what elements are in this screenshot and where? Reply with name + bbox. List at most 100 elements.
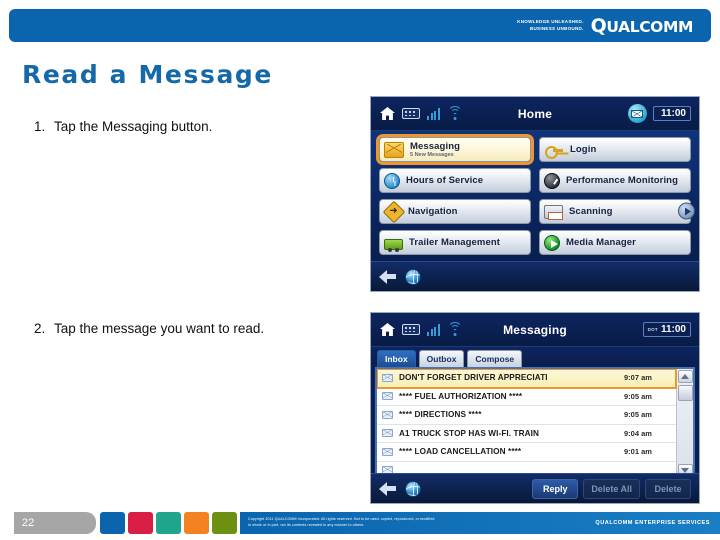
- table-row[interactable]: A1 TRUCK STOP HAS WI-FI. TRAIN 9:04 am: [377, 424, 676, 443]
- tab-outbox[interactable]: Outbox: [418, 350, 465, 367]
- home-status-right: 11:00: [627, 104, 699, 123]
- gauge-icon: [544, 172, 560, 189]
- message-subject: **** LOAD CANCELLATION ****: [399, 447, 522, 457]
- message-time: 9:05 am: [624, 391, 652, 401]
- tile-scanning[interactable]: Scanning: [539, 199, 691, 224]
- message-subject: **** FUEL AUTHORIZATION ****: [399, 391, 523, 401]
- copyright-line-2: in whole or in part, nor its contents re…: [248, 523, 365, 527]
- messaging-status-right: DOT 11:00: [642, 322, 699, 337]
- step-2-text: Tap the message you want to read.: [54, 321, 265, 336]
- footer-bar: Copyright 2011 QUALCOMM Incorporated. Al…: [240, 512, 720, 534]
- next-page-button[interactable]: [678, 202, 695, 220]
- navigation-icon: [382, 200, 406, 223]
- wifi-icon: [448, 321, 462, 336]
- messaging-bottom-bar: Reply Delete All Delete: [371, 473, 699, 503]
- tagline-line-1: KNOWLEDGE UNLEASHED.: [517, 18, 584, 24]
- tile-trailer-management[interactable]: Trailer Management: [379, 230, 531, 255]
- logo-q-letter: Q: [590, 14, 607, 37]
- message-time: 9:01 am: [624, 447, 652, 457]
- key-icon: [544, 142, 564, 159]
- globe-icon[interactable]: [405, 480, 421, 497]
- instruction-step-1: 1. Tap the Messaging button.: [34, 118, 334, 136]
- mail-icon: [384, 141, 404, 158]
- scrollbar-thumb[interactable]: [677, 385, 693, 401]
- enterprise-services-brand: QUALCOMM ENTERPRISE SERVICES: [595, 520, 710, 526]
- color-square-2: [128, 512, 153, 534]
- tile-navigation[interactable]: Navigation: [379, 199, 531, 224]
- home-tile-grid: Messaging 5 New Messages Login Hours of …: [376, 134, 691, 255]
- tile-trailer-management-label: Trailer Management: [409, 237, 501, 248]
- step-2-number: 2.: [34, 321, 46, 336]
- home-status-bar: Home 11:00: [371, 97, 699, 131]
- message-envelope-icon: [382, 410, 393, 419]
- reply-button[interactable]: Reply: [532, 478, 579, 499]
- color-square-1: [100, 512, 125, 534]
- home-icon[interactable]: [380, 323, 395, 336]
- message-envelope-icon: [382, 447, 393, 456]
- home-time: 11:00: [660, 108, 686, 119]
- printer-icon: [544, 205, 563, 220]
- table-row[interactable]: **** LOAD CANCELLATION **** 9:01 am: [377, 443, 676, 462]
- globe-icon[interactable]: [405, 268, 421, 285]
- home-status-icons: [371, 105, 462, 120]
- envelope-icon[interactable]: [627, 104, 647, 123]
- trailer-icon: [384, 238, 403, 252]
- tile-hours-of-service-label: Hours of Service: [406, 175, 484, 186]
- tagline-line-2: BUSINESS UNBOUND.: [529, 25, 584, 31]
- tile-hours-of-service[interactable]: Hours of Service: [379, 168, 531, 193]
- color-square-3: [156, 512, 181, 534]
- messaging-status-icons: [371, 321, 462, 336]
- home-screen-screenshot: Home 11:00 Messaging 5 New Messages Logi…: [370, 96, 700, 292]
- tile-messaging-label: Messaging 5 New Messages: [410, 141, 460, 158]
- messaging-tabs: Inbox Outbox Compose: [371, 347, 699, 367]
- step-1-number: 1.: [34, 119, 46, 134]
- wifi-icon: [448, 105, 462, 120]
- tile-media-manager[interactable]: Media Manager: [539, 230, 691, 255]
- home-clock: 11:00: [652, 106, 691, 121]
- message-list-container: DON'T FORGET DRIVER APPRECIATI 9:07 am *…: [375, 367, 695, 480]
- play-icon: [544, 234, 560, 251]
- clock-icon: [384, 172, 400, 189]
- messaging-clock: DOT 11:00: [642, 322, 691, 337]
- table-row[interactable]: **** FUEL AUTHORIZATION **** 9:05 am: [377, 387, 676, 406]
- scroll-up-icon[interactable]: [677, 370, 693, 383]
- page-number: 22: [14, 512, 96, 534]
- page-title: Read a Message: [22, 60, 273, 89]
- home-icon[interactable]: [380, 107, 395, 120]
- delete-button[interactable]: Delete: [645, 478, 691, 499]
- tile-scanning-label: Scanning: [569, 206, 613, 217]
- tile-performance-monitoring-label: Performance Monitoring: [566, 175, 678, 186]
- table-row[interactable]: **** DIRECTIONS **** 9:05 am: [377, 406, 676, 425]
- back-icon[interactable]: [379, 269, 397, 284]
- keyboard-icon[interactable]: [402, 324, 420, 335]
- tile-navigation-label: Navigation: [408, 206, 458, 217]
- logo-wordmark: UALCOMM: [606, 17, 693, 36]
- signal-icon: [427, 323, 441, 336]
- slide-footer: 22 Copyright 2011 QUALCOMM Incorporated.…: [0, 508, 720, 540]
- message-time: 9:07 am: [624, 373, 652, 383]
- message-envelope-icon: [382, 373, 393, 382]
- back-icon[interactable]: [379, 481, 397, 496]
- messaging-time: 11:00: [660, 324, 686, 335]
- tile-messaging[interactable]: Messaging 5 New Messages: [376, 134, 534, 165]
- color-square-4: [184, 512, 209, 534]
- signal-icon: [427, 107, 441, 120]
- qualcomm-logo: QUALCOMM: [590, 14, 694, 37]
- color-square-5: [212, 512, 237, 534]
- delete-all-button[interactable]: Delete All: [583, 478, 640, 499]
- messaging-dot-label: DOT: [647, 327, 658, 332]
- message-envelope-icon: [382, 392, 393, 401]
- tab-inbox[interactable]: Inbox: [377, 350, 416, 367]
- tile-messaging-sublabel: 5 New Messages: [410, 152, 454, 158]
- instruction-step-2: 2. Tap the message you want to read.: [34, 320, 334, 338]
- tile-performance-monitoring[interactable]: Performance Monitoring: [539, 168, 691, 193]
- tab-compose[interactable]: Compose: [467, 350, 523, 367]
- brand-tagline: KNOWLEDGE UNLEASHED. BUSINESS UNBOUND.: [517, 19, 584, 33]
- keyboard-icon[interactable]: [402, 108, 420, 119]
- top-banner: KNOWLEDGE UNLEASHED. BUSINESS UNBOUND. Q…: [9, 9, 711, 42]
- message-list-scrollbar[interactable]: [676, 369, 693, 478]
- step-1-text: Tap the Messaging button.: [54, 119, 213, 134]
- table-row[interactable]: DON'T FORGET DRIVER APPRECIATI 9:07 am: [377, 369, 677, 389]
- message-time: 9:04 am: [624, 428, 652, 438]
- tile-login[interactable]: Login: [539, 137, 691, 162]
